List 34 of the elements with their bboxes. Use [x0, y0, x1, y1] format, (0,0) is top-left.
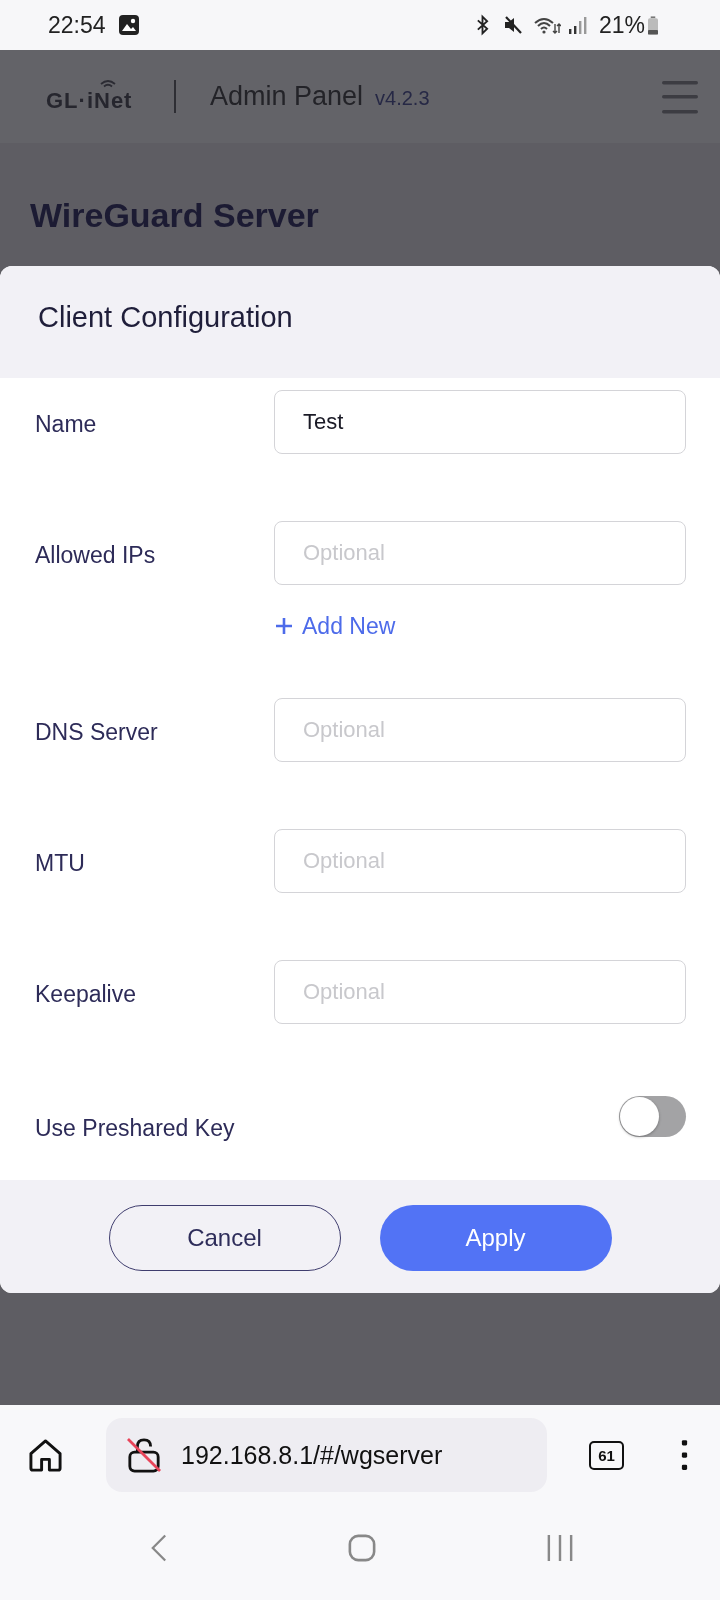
menu-icon[interactable] [662, 78, 698, 115]
battery-icon [648, 15, 658, 35]
add-new-link[interactable]: Add New [276, 611, 396, 641]
field-label: DNS Server [35, 718, 159, 747]
header-title: Admin Panel [209, 81, 364, 112]
toggle-switch[interactable] [619, 1096, 686, 1137]
dialog-title: Client Configuration [38, 300, 293, 334]
field-label: Allowed IPs [35, 541, 157, 570]
status-time: 22:54 [48, 11, 106, 39]
more-icon[interactable] [681, 1439, 688, 1471]
url-text: 192.168.8.1/#/wgserver [181, 1440, 443, 1470]
home-icon[interactable] [28, 1437, 63, 1473]
field-label: Use Preshared Key [35, 1114, 235, 1143]
recents-icon[interactable] [547, 1533, 573, 1562]
mute-icon [502, 15, 523, 35]
image-icon [117, 14, 140, 36]
apply-button[interactable]: Apply [379, 1205, 612, 1271]
field-label: MTU [35, 849, 86, 878]
back-icon[interactable] [151, 1533, 167, 1562]
plus-icon [276, 618, 292, 634]
battery-percentage: 21% [598, 11, 645, 39]
wifi-icon [532, 15, 561, 35]
input-field[interactable]: Test [274, 390, 686, 454]
logo-text: GL·iNet [46, 88, 133, 113]
signal-icon [566, 15, 587, 35]
address-bar[interactable]: 192.168.8.1/#/wgserver [106, 1418, 547, 1492]
page-title: WireGuard Server [30, 195, 319, 235]
wifi-icon [100, 78, 116, 89]
version-label: v4.2.3 [375, 87, 430, 110]
unlocked-padlock-icon [127, 1437, 161, 1473]
field-label: Name [35, 410, 98, 439]
field-label: Keepalive [35, 980, 138, 1009]
tabs-button[interactable]: 61 [589, 1440, 624, 1470]
bluetooth-icon [475, 14, 489, 36]
